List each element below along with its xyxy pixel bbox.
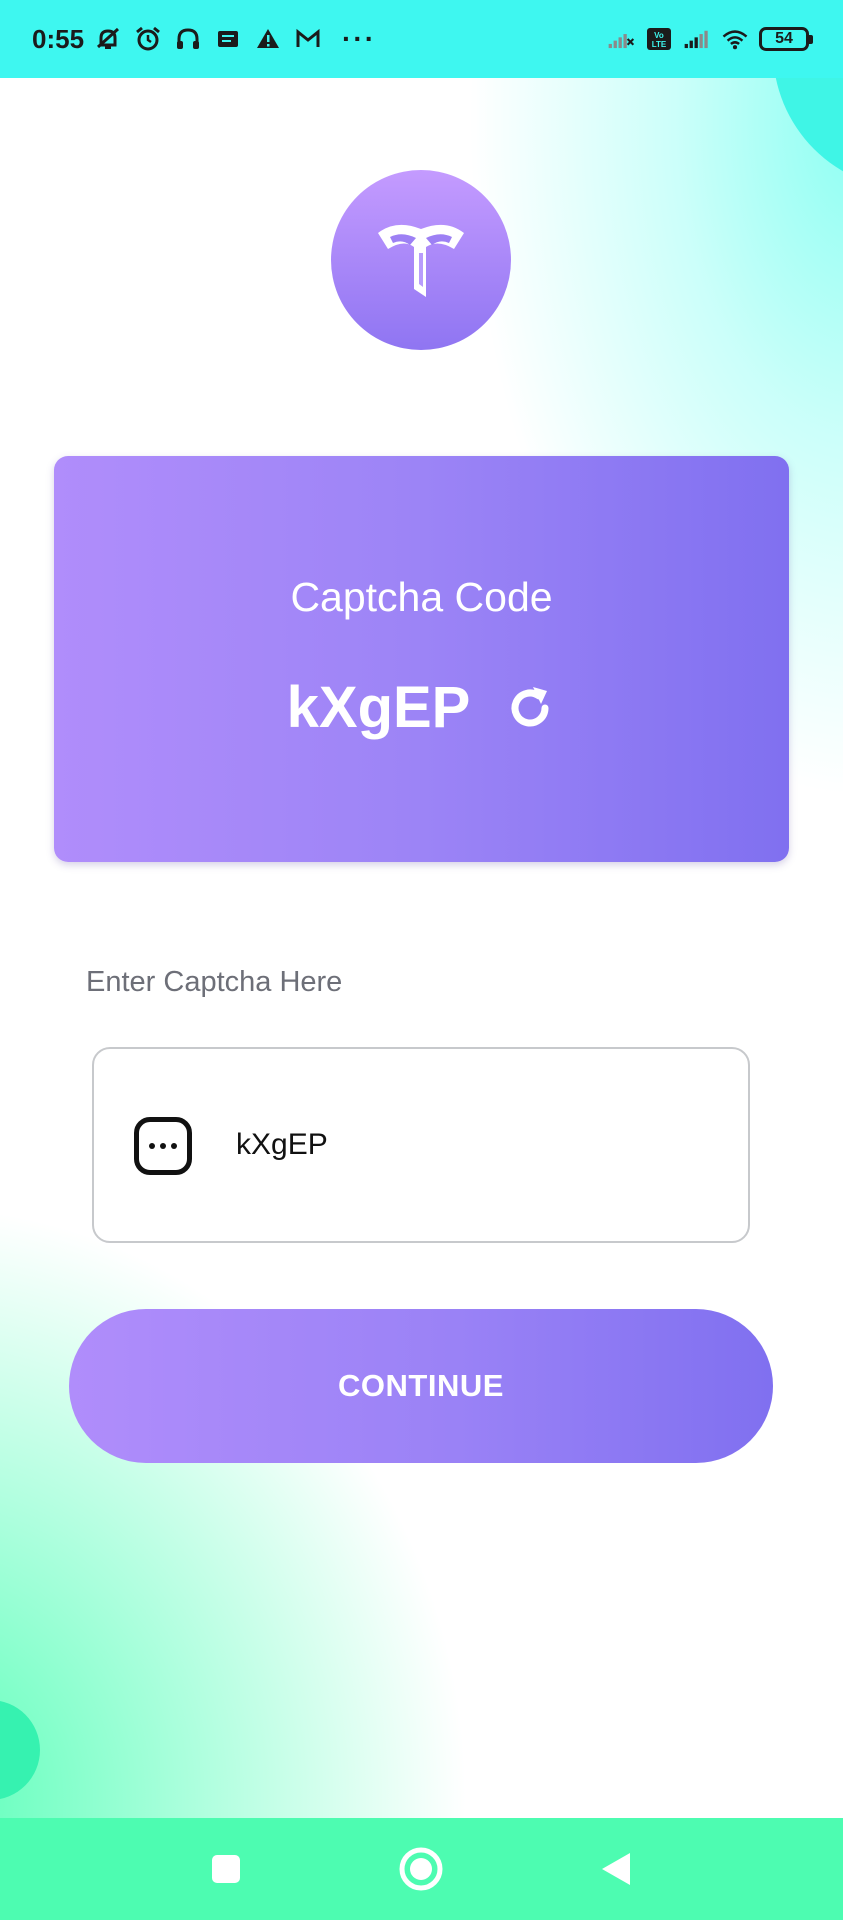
home-icon [399,1847,443,1891]
decorative-blob-bottom-left [0,1700,40,1800]
more-notifications-indicator: ··· [342,23,377,54]
dots-box-icon [134,1117,192,1175]
captcha-card: Captcha Code kXgEP [54,456,789,862]
home-button[interactable] [371,1818,471,1920]
captcha-code: kXgEP [286,675,471,740]
recents-button[interactable] [176,1818,276,1920]
continue-button[interactable]: CONTINUE [69,1309,773,1463]
notifications-off-icon [94,25,122,53]
app-logo-icon [378,224,464,297]
battery-icon: 54 [759,27,813,51]
message-icon [214,25,242,53]
volte-icon: Vo LTE [645,25,673,53]
status-time: 0:55 [32,23,85,54]
signal-icon [683,25,711,53]
svg-text:Vo: Vo [654,31,664,40]
signal-off-icon [607,25,635,53]
captcha-input[interactable] [236,1113,716,1177]
headphones-icon [174,25,202,53]
captcha-title: Captcha Code [290,574,553,620]
wifi-icon [721,25,749,53]
navigation-bar [0,1818,843,1920]
gmail-icon [294,25,322,53]
warning-icon [254,25,282,53]
captcha-input-container[interactable] [92,1047,750,1243]
page-background: 0:55 ··· Vo LTE 54 Captcha Code kXgEP En… [0,0,843,1920]
status-notification-icons: ··· [94,23,376,55]
back-icon [602,1853,630,1885]
app-logo [331,170,511,350]
status-bar: 0:55 ··· Vo LTE 54 [0,0,843,78]
recents-icon [212,1855,240,1883]
status-system-icons: Vo LTE 54 [607,25,813,53]
back-button[interactable] [566,1818,666,1920]
refresh-icon[interactable] [504,682,556,734]
captcha-input-label: Enter Captcha Here [86,966,343,998]
alarm-icon [134,25,162,53]
captcha-code-row: kXgEP [54,674,789,741]
svg-text:LTE: LTE [652,40,667,49]
